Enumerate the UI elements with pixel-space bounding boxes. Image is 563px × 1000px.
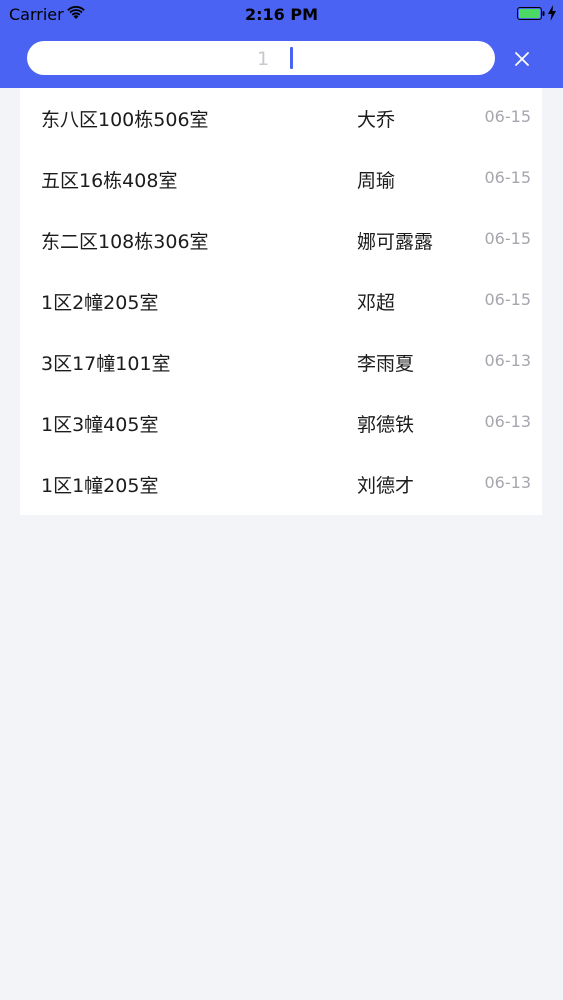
charging-bolt-icon: [548, 5, 556, 21]
header-bar: Carrier 2:16 PM: [0, 0, 563, 88]
list-item[interactable]: 1区2幢205室 邓超 06-15: [20, 271, 542, 332]
resident-name: 邓超: [357, 292, 396, 314]
address-text: 东八区100栋506室: [41, 109, 209, 131]
resident-name: 刘德才: [357, 475, 415, 497]
resident-name: 娜可露露: [357, 231, 434, 253]
address-text: 1区3幢405室: [41, 414, 159, 436]
list-item[interactable]: 东二区108栋306室 娜可露露 06-15: [20, 210, 542, 271]
record-date: 06-15: [484, 290, 532, 309]
address-text: 1区2幢205室: [41, 292, 159, 314]
battery-icon: [517, 7, 545, 20]
result-list: 东八区100栋506室 大乔 06-15 五区16栋408室 周瑜 06-15 …: [20, 88, 542, 515]
record-date: 06-13: [484, 351, 532, 370]
resident-name: 李雨夏: [357, 353, 415, 375]
address-text: 东二区108栋306室: [41, 231, 209, 253]
search-input[interactable]: [27, 41, 499, 77]
record-date: 06-15: [484, 168, 532, 187]
address-text: 3区17幢101室: [41, 353, 171, 375]
resident-name: 周瑜: [357, 170, 396, 192]
record-date: 06-15: [484, 107, 532, 126]
close-button[interactable]: [508, 45, 536, 73]
list-item[interactable]: 3区17幢101室 李雨夏 06-13: [20, 332, 542, 393]
record-date: 06-13: [484, 412, 532, 431]
text-cursor: [290, 47, 293, 69]
search-box[interactable]: [27, 41, 499, 77]
address-text: 1区1幢205室: [41, 475, 159, 497]
list-item[interactable]: 1区3幢405室 郭德铁 06-13: [20, 393, 542, 454]
status-bar: Carrier 2:16 PM: [0, 0, 563, 30]
address-text: 五区16栋408室: [41, 170, 178, 192]
record-date: 06-13: [484, 473, 532, 492]
list-item[interactable]: 五区16栋408室 周瑜 06-15: [20, 149, 542, 210]
list-item[interactable]: 东八区100栋506室 大乔 06-15: [20, 88, 542, 149]
resident-name: 大乔: [357, 109, 396, 131]
resident-name: 郭德铁: [357, 414, 415, 436]
clock-time: 2:16 PM: [244, 5, 318, 24]
close-icon: [515, 52, 529, 66]
list-item[interactable]: 1区1幢205室 刘德才 06-13: [20, 454, 542, 515]
record-date: 06-15: [484, 229, 532, 248]
